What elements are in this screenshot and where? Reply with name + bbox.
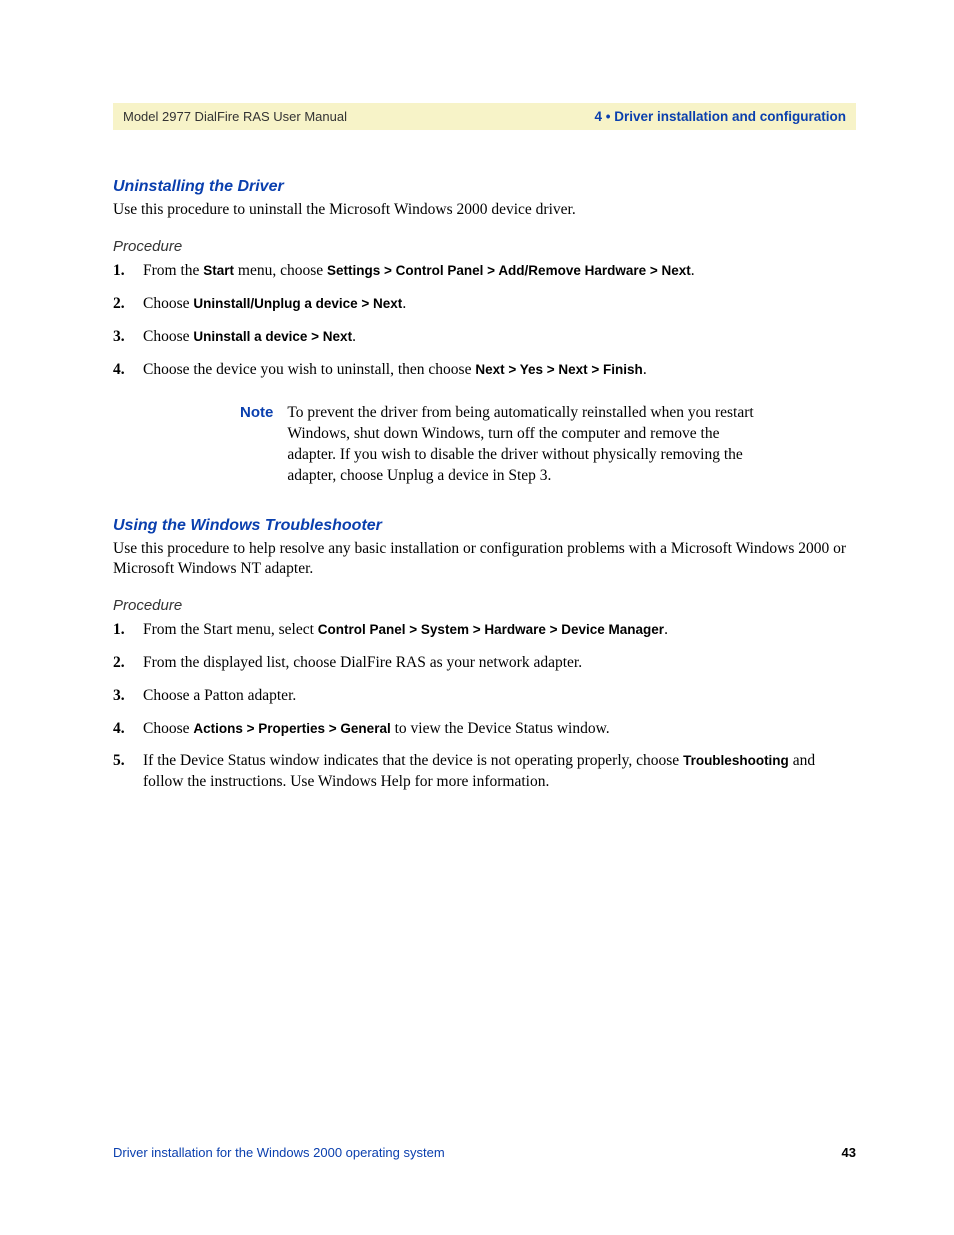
procedure-label-2: Procedure: [113, 597, 856, 614]
section-heading-troubleshooter: Using the Windows Troubleshooter: [113, 517, 856, 535]
list-item: Choose Uninstall/Unplug a device > Next.: [113, 294, 856, 315]
procedure-list-1: From the Start menu, choose Settings > C…: [113, 261, 856, 381]
bold-path: Control Panel > System > Hardware > Devi…: [318, 622, 664, 637]
list-item: Choose Uninstall a device > Next.: [113, 327, 856, 348]
text: Choose: [143, 720, 193, 737]
section1-intro: Use this procedure to uninstall the Micr…: [113, 200, 856, 220]
text: .: [352, 328, 356, 345]
page-header: Model 2977 DialFire RAS User Manual 4 • …: [113, 103, 856, 130]
list-item: From the Start menu, select Control Pane…: [113, 620, 856, 641]
chapter-title: 4 • Driver installation and configuratio…: [594, 109, 846, 124]
bold-path: Actions > Properties > General: [193, 721, 390, 736]
list-item: From the displayed list, choose DialFire…: [113, 653, 856, 674]
text: If the Device Status window indicates th…: [143, 752, 683, 769]
text: .: [664, 621, 668, 638]
text: Choose a Patton adapter.: [143, 687, 296, 704]
section2-intro: Use this procedure to help resolve any b…: [113, 539, 856, 579]
text: to view the Device Status window.: [391, 720, 610, 737]
text: .: [402, 295, 406, 312]
text: Choose the device you wish to uninstall,…: [143, 361, 475, 378]
list-item: If the Device Status window indicates th…: [113, 751, 856, 793]
bold-path: Uninstall a device > Next: [193, 329, 352, 344]
page-number: 43: [842, 1145, 856, 1160]
list-item: Choose the device you wish to uninstall,…: [113, 360, 856, 381]
note-block: Note To prevent the driver from being au…: [240, 403, 759, 487]
text: menu, choose: [234, 262, 327, 279]
text: From the Start menu, select: [143, 621, 318, 638]
section-heading-uninstalling: Uninstalling the Driver: [113, 178, 856, 196]
bold-path: Uninstall/Unplug a device > Next: [193, 296, 402, 311]
page-footer: Driver installation for the Windows 2000…: [113, 1145, 856, 1160]
bold-path: Next > Yes > Next > Finish: [475, 362, 642, 377]
text: .: [643, 361, 647, 378]
list-item: From the Start menu, choose Settings > C…: [113, 261, 856, 282]
procedure-label-1: Procedure: [113, 238, 856, 255]
note-label: Note: [240, 403, 287, 487]
note-text: To prevent the driver from being automat…: [287, 403, 759, 487]
list-item: Choose Actions > Properties > General to…: [113, 719, 856, 740]
text: From the: [143, 262, 203, 279]
text: Choose: [143, 295, 193, 312]
list-item: Choose a Patton adapter.: [113, 686, 856, 707]
manual-title: Model 2977 DialFire RAS User Manual: [123, 109, 347, 124]
bold-term: Start: [203, 263, 234, 278]
procedure-list-2: From the Start menu, select Control Pane…: [113, 620, 856, 794]
text: .: [691, 262, 695, 279]
bold-path: Settings > Control Panel > Add/Remove Ha…: [327, 263, 691, 278]
text: Choose: [143, 328, 193, 345]
page-container: Model 2977 DialFire RAS User Manual 4 • …: [0, 0, 954, 1235]
footer-section-title: Driver installation for the Windows 2000…: [113, 1145, 445, 1160]
text: From the displayed list, choose DialFire…: [143, 654, 582, 671]
bold-term: Troubleshooting: [683, 753, 789, 768]
